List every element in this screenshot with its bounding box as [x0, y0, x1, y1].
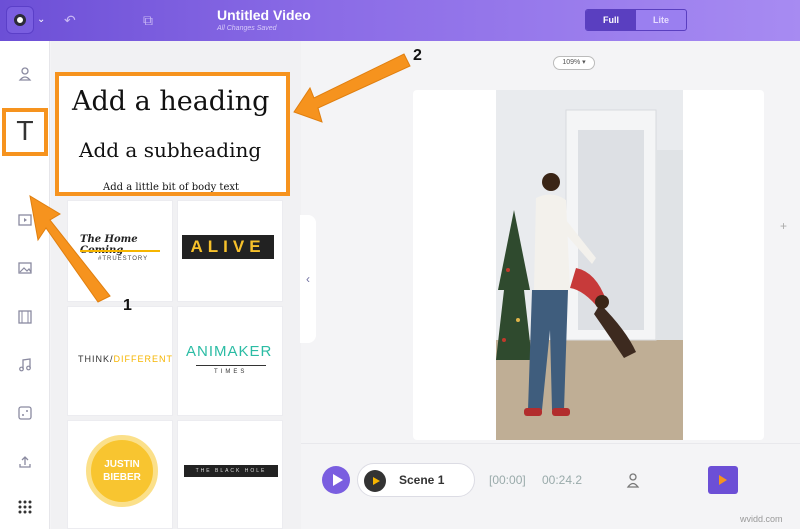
annotation-arrow-1 [29, 195, 111, 303]
annotation-badge-1: 1 [123, 297, 132, 314]
annotation-arrow-2 [293, 53, 411, 123]
annotation-overlay [29, 53, 411, 303]
annotation-badge-2: 2 [413, 47, 422, 64]
